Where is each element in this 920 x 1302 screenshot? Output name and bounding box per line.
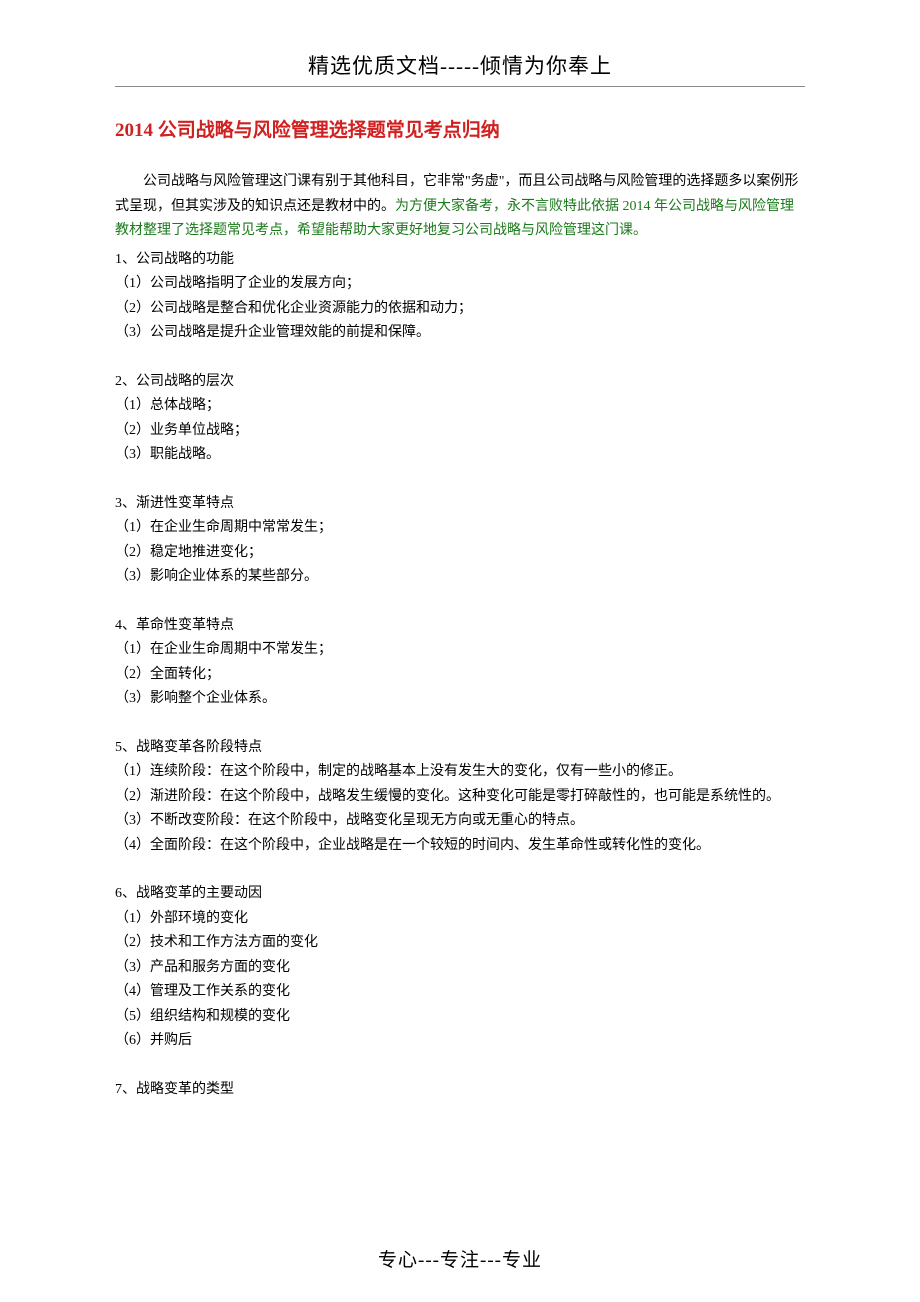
list-item: （2）技术和工作方法方面的变化	[115, 931, 805, 956]
list-item: （1）在企业生命周期中常常发生；	[115, 516, 805, 541]
section-title: 6、战略变革的主要动因	[115, 882, 805, 907]
page-header: 精选优质文档-----倾情为你奉上	[115, 50, 805, 87]
section-7: 7、战略变革的类型	[115, 1078, 805, 1103]
section-5: 5、战略变革各阶段特点 （1）连续阶段：在这个阶段中，制定的战略基本上没有发生大…	[115, 736, 805, 859]
section-title: 4、革命性变革特点	[115, 614, 805, 639]
list-item: （3）影响整个企业体系。	[115, 687, 805, 712]
list-item: （6）并购后	[115, 1029, 805, 1054]
list-item: （2）业务单位战略；	[115, 419, 805, 444]
section-6: 6、战略变革的主要动因 （1）外部环境的变化 （2）技术和工作方法方面的变化 （…	[115, 882, 805, 1054]
section-title: 3、渐进性变革特点	[115, 492, 805, 517]
list-item: （4）管理及工作关系的变化	[115, 980, 805, 1005]
section-3: 3、渐进性变革特点 （1）在企业生命周期中常常发生； （2）稳定地推进变化； （…	[115, 492, 805, 590]
section-title: 2、公司战略的层次	[115, 370, 805, 395]
document-title: 2014 公司战略与风险管理选择题常见考点归纳	[115, 115, 805, 142]
list-item: （3）不断改变阶段：在这个阶段中，战略变化呈现无方向或无重心的特点。	[115, 809, 805, 834]
section-2: 2、公司战略的层次 （1）总体战略； （2）业务单位战略； （3）职能战略。	[115, 370, 805, 468]
intro-paragraph: 公司战略与风险管理这门课有别于其他科目，它非常"务虚"，而且公司战略与风险管理的…	[115, 170, 805, 244]
list-item: （1）公司战略指明了企业的发展方向；	[115, 272, 805, 297]
section-title: 1、公司战略的功能	[115, 248, 805, 273]
list-item: （4）全面阶段：在这个阶段中，企业战略是在一个较短的时间内、发生革命性或转化性的…	[115, 834, 805, 859]
section-title: 5、战略变革各阶段特点	[115, 736, 805, 761]
list-item: （1）总体战略；	[115, 394, 805, 419]
list-item: （1）在企业生命周期中不常发生；	[115, 638, 805, 663]
list-item: （3）公司战略是提升企业管理效能的前提和保障。	[115, 321, 805, 346]
list-item: （5）组织结构和规模的变化	[115, 1005, 805, 1030]
section-title: 7、战略变革的类型	[115, 1078, 805, 1103]
list-item: （1）连续阶段：在这个阶段中，制定的战略基本上没有发生大的变化，仅有一些小的修正…	[115, 760, 805, 785]
section-4: 4、革命性变革特点 （1）在企业生命周期中不常发生； （2）全面转化； （3）影…	[115, 614, 805, 712]
list-item: （3）产品和服务方面的变化	[115, 956, 805, 981]
list-item: （3）职能战略。	[115, 443, 805, 468]
list-item: （2）公司战略是整合和优化企业资源能力的依据和动力；	[115, 297, 805, 322]
list-item: （1）外部环境的变化	[115, 907, 805, 932]
list-item: （2）稳定地推进变化；	[115, 541, 805, 566]
section-1: 1、公司战略的功能 （1）公司战略指明了企业的发展方向； （2）公司战略是整合和…	[115, 248, 805, 346]
list-item: （3）影响企业体系的某些部分。	[115, 565, 805, 590]
list-item: （2）全面转化；	[115, 663, 805, 688]
list-item: （2）渐进阶段：在这个阶段中，战略发生缓慢的变化。这种变化可能是零打碎敲性的，也…	[115, 785, 805, 810]
page-footer: 专心---专注---专业	[0, 1245, 920, 1272]
document-page: 精选优质文档-----倾情为你奉上 2014 公司战略与风险管理选择题常见考点归…	[0, 0, 920, 1302]
document-body: 1、公司战略的功能 （1）公司战略指明了企业的发展方向； （2）公司战略是整合和…	[115, 248, 805, 1103]
